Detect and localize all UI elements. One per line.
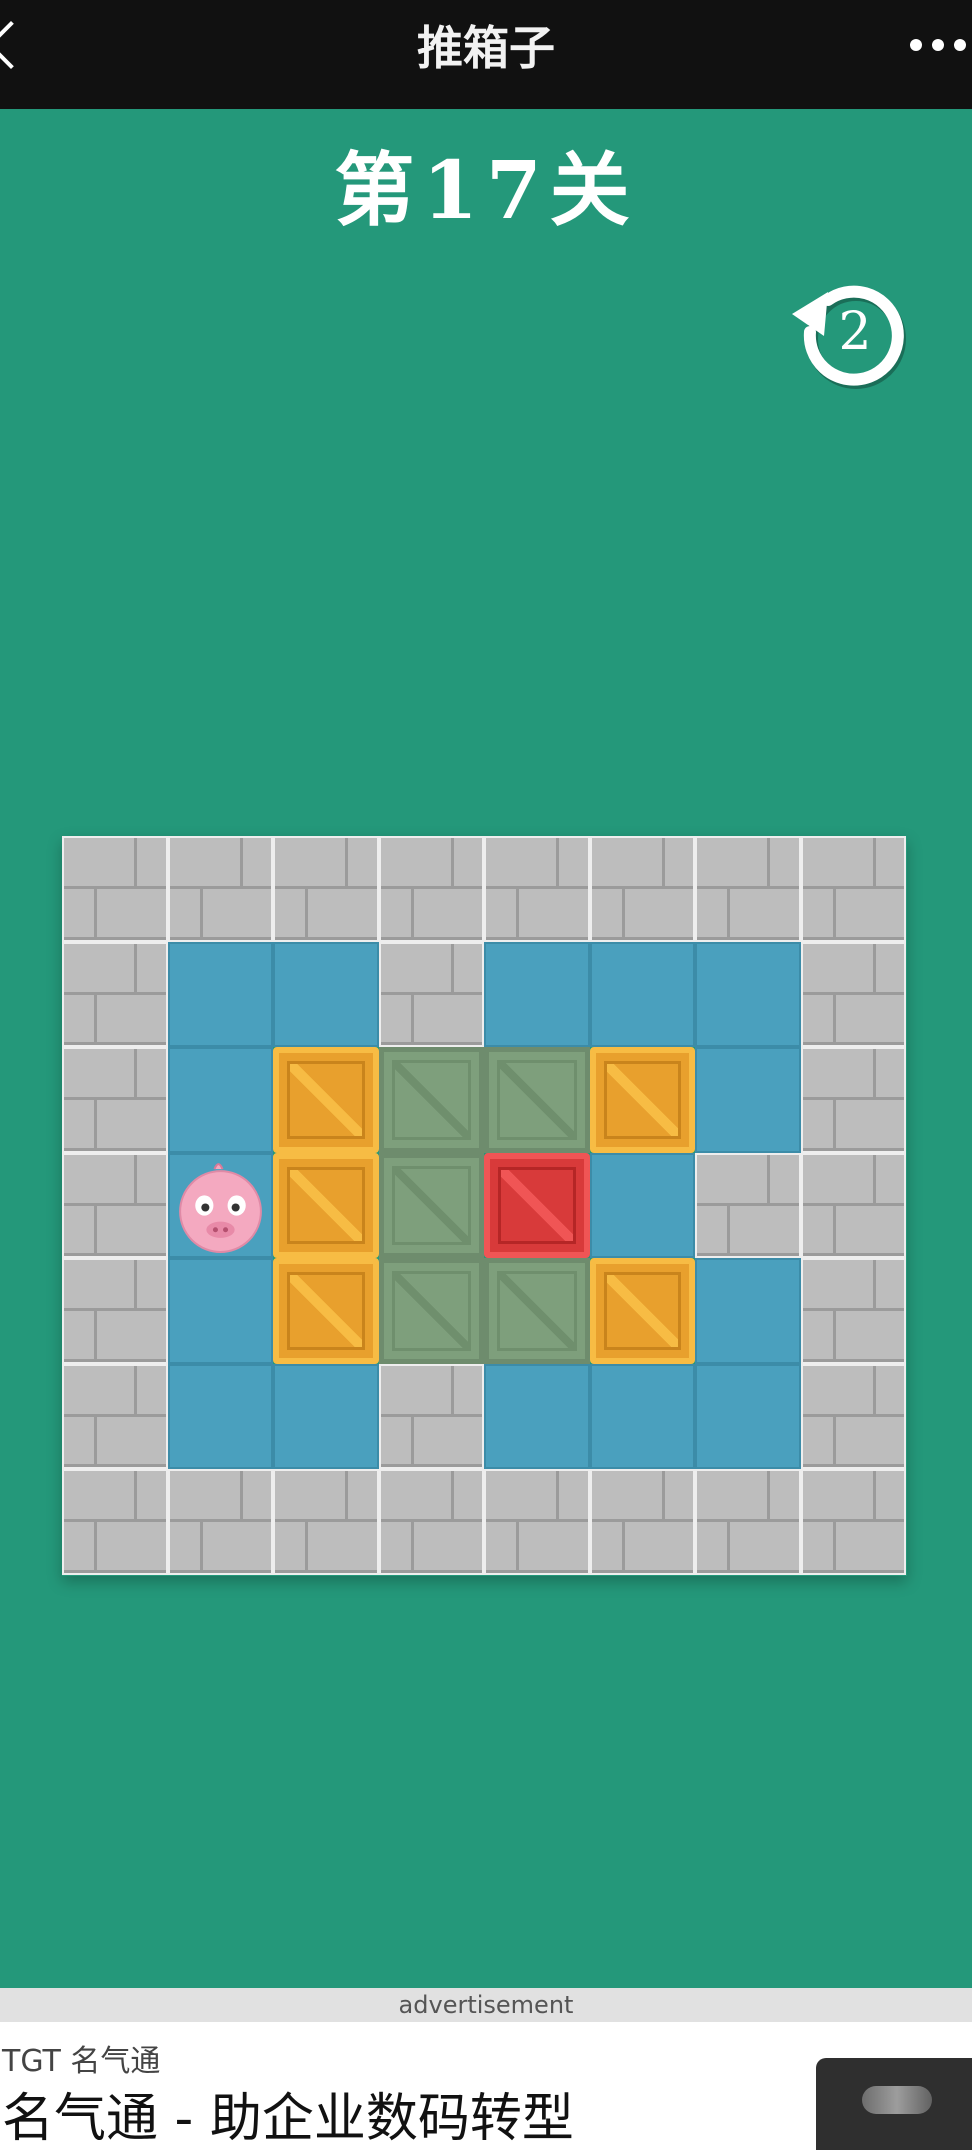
game-board [62,836,907,1576]
floor-tile [695,1047,801,1153]
wall-tile [62,1047,168,1153]
wall-tile [800,1258,906,1364]
wall-tile [167,1469,273,1575]
floor-tile [273,1363,379,1469]
wall-tile [273,1469,379,1575]
ad-advertiser: TGT 名气通 [2,2044,161,2079]
floor-tile [695,1258,801,1364]
wall-tile [695,1152,801,1258]
goal-tile [484,1047,590,1153]
wall-tile [378,1469,484,1575]
wall-tile [62,1469,168,1575]
wall-tile [800,1152,906,1258]
player[interactable] [167,1152,273,1258]
wall-tile [800,1469,906,1575]
crate [273,1047,379,1153]
floor-tile [167,1047,273,1153]
top-navigation-bar: 推箱子 [0,0,972,109]
ad-label: advertisement [0,1988,972,2022]
undo-button[interactable]: 2 [788,270,918,400]
wall-tile [378,1363,484,1469]
wall-tile [695,1469,801,1575]
wall-tile [378,836,484,942]
wall-tile [378,941,484,1047]
wall-tile [589,1469,695,1575]
crate [589,1047,695,1153]
floor-tile [484,941,590,1047]
ad-action-button[interactable] [816,2058,972,2150]
level-title: 第17关 [334,143,638,237]
wall-tile [800,836,906,942]
floor-tile [589,941,695,1047]
crate [589,1258,695,1364]
floor-tile [589,1363,695,1469]
more-dots-icon[interactable] [910,38,966,52]
wall-tile [62,836,168,942]
crate [273,1152,379,1258]
wall-tile [62,1152,168,1258]
ad-banner[interactable]: TGT 名气通 名气通 - 助企业数码转型 [0,2022,972,2150]
wall-tile [800,1047,906,1153]
goal-tile [378,1047,484,1153]
floor-tile [589,1152,695,1258]
floor-tile [484,1363,590,1469]
floor-tile [695,1363,801,1469]
app-title: 推箱子 [417,21,555,75]
wall-tile [484,1469,590,1575]
wall-tile [695,836,801,942]
goal-tile [484,1258,590,1364]
wall-tile [62,1258,168,1364]
wall-tile [273,836,379,942]
floor-tile [167,941,273,1047]
floor-tile [167,1258,273,1364]
crate [273,1258,379,1364]
undo-count: 2 [838,302,872,362]
wall-tile [589,836,695,942]
wall-tile [800,1363,906,1469]
wall-tile [484,836,590,942]
wall-tile [800,941,906,1047]
goal-tile [378,1258,484,1364]
ad-headline[interactable]: 名气通 - 助企业数码转型 [2,2088,574,2150]
wall-tile [167,836,273,942]
wall-tile [62,941,168,1047]
floor-tile [273,941,379,1047]
floor-tile [167,1363,273,1469]
floor-tile [695,941,801,1047]
wall-tile [62,1363,168,1469]
pig-character-icon [178,1162,262,1253]
crate-on-goal [484,1152,590,1258]
goal-tile [378,1152,484,1258]
